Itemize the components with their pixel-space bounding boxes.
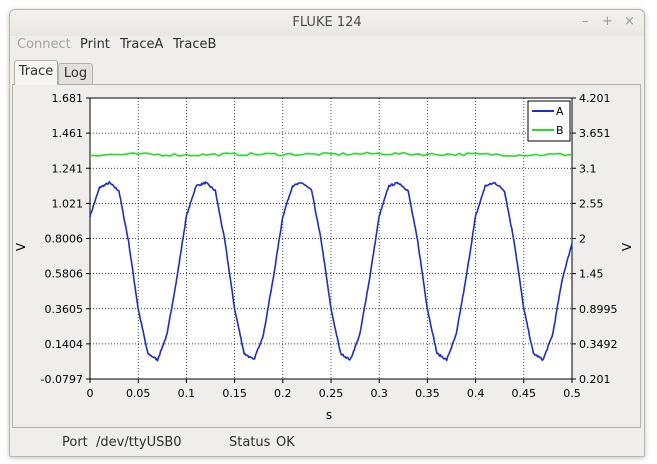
menu-tracea[interactable]: TraceA — [120, 37, 163, 52]
y-tick-label-left: 0.8006 — [45, 233, 84, 246]
x-tick-label: 0 — [87, 387, 94, 400]
legend-box — [527, 100, 571, 142]
y-tick-label-left: 1.681 — [52, 92, 84, 105]
menu-traceb[interactable]: TraceB — [173, 37, 216, 52]
y-tick-label-right: 0.8995 — [579, 303, 618, 316]
y-tick-label-left: 0.1404 — [45, 338, 84, 351]
y-axis-label-left: V — [14, 242, 28, 251]
x-tick-label: 0.1 — [178, 387, 196, 400]
x-tick-label: 0.4 — [467, 387, 485, 400]
window-title: FLUKE 124 — [292, 15, 362, 30]
maximize-icon[interactable]: + — [602, 14, 613, 29]
x-tick-label: 0.5 — [563, 387, 581, 400]
y-axis-label-right: V — [620, 242, 634, 251]
x-tick-label: 0.45 — [512, 387, 537, 400]
y-tick-label-right: 0.3492 — [579, 338, 618, 351]
x-tick-label: 0.25 — [319, 387, 344, 400]
status-label: Status — [229, 435, 271, 450]
x-tick-label: 0.35 — [415, 387, 440, 400]
trace-chart: 0 0.05 0.1 0.15 0.2 0.25 0.3 0.35 0.4 0.45 0.5 1.68… — [14, 92, 634, 422]
y-tick-label-left: 0.3605 — [45, 303, 84, 316]
y-tick-label-left: 1.241 — [52, 162, 84, 175]
menu-bar: Connect Print TraceA TraceB — [10, 36, 644, 56]
x-tick-label: 0.3 — [370, 387, 388, 400]
port-label: Port — [62, 435, 88, 450]
x-tick-label: 0.15 — [222, 387, 247, 400]
menu-print[interactable]: Print — [80, 37, 110, 52]
y-tick-label-left: 1.461 — [52, 127, 84, 140]
y-tick-label-right: 3.1 — [579, 162, 597, 175]
x-tick-label: 0.05 — [126, 387, 151, 400]
y-tick-label-left: 0.5806 — [45, 268, 84, 281]
y-tick-label-right: 1.45 — [579, 268, 604, 281]
chart-legend: A B — [527, 100, 571, 142]
legend-label-a: A — [556, 105, 564, 118]
tab-trace[interactable]: Trace — [14, 60, 58, 85]
menu-connect[interactable]: Connect — [17, 37, 71, 52]
y-tick-label-right: 2 — [579, 233, 586, 246]
trace-panel: 0 0.05 0.1 0.15 0.2 0.25 0.3 0.35 0.4 0.45 0.5 1.68… — [12, 84, 641, 428]
y-tick-label-right: 2.55 — [579, 197, 604, 210]
y-tick-label-left: 1.021 — [52, 197, 84, 210]
title-bar[interactable]: FLUKE 124 – + × — [10, 10, 644, 36]
x-tick-label: 0.2 — [274, 387, 292, 400]
tab-log[interactable]: Log — [58, 63, 93, 85]
close-icon[interactable]: × — [624, 14, 635, 29]
y-tick-label-right: 4.201 — [579, 92, 611, 105]
app-window: FLUKE 124 – + × Connect Print TraceA Tra… — [9, 9, 645, 457]
legend-label-b: B — [556, 124, 564, 137]
x-axis-label: s — [326, 408, 332, 422]
y-tick-label-right: 3.651 — [579, 127, 611, 140]
y-tick-label-left: -0.0797 — [41, 373, 83, 386]
status-value: OK — [276, 435, 295, 450]
y-tick-label-right: 0.201 — [579, 373, 611, 386]
port-value: /dev/ttyUSB0 — [96, 435, 182, 450]
minimize-icon[interactable]: – — [582, 14, 589, 29]
status-bar: Port /dev/ttyUSB0 Status OK — [10, 431, 644, 455]
